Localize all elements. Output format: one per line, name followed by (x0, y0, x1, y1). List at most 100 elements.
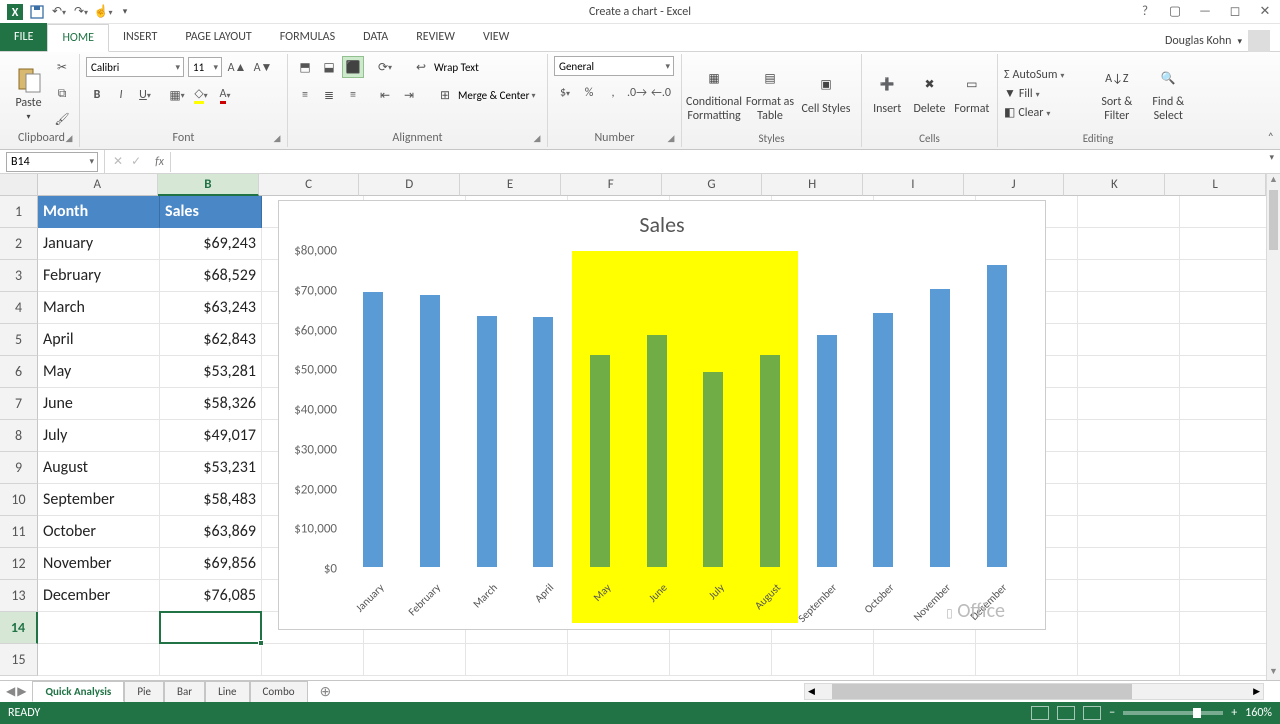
border-button[interactable]: ▦ (166, 84, 188, 106)
cut-icon[interactable]: ✂ (51, 57, 73, 79)
cell[interactable]: Sales (160, 196, 262, 228)
cell-styles-button[interactable]: ▣Cell Styles (800, 72, 852, 116)
scrollbar-thumb[interactable] (832, 684, 1132, 699)
cell[interactable] (1078, 452, 1180, 484)
page-layout-view-icon[interactable] (1057, 706, 1075, 720)
launcher-icon[interactable]: ◢ (271, 133, 283, 145)
column-header[interactable]: F (561, 174, 662, 196)
launcher-icon[interactable]: ◢ (63, 133, 75, 145)
row-header[interactable]: 2 (0, 228, 38, 260)
italic-button[interactable]: I (110, 84, 132, 106)
cell[interactable] (466, 644, 568, 676)
cell[interactable]: June (38, 388, 160, 420)
delete-cells-button[interactable]: ✖Delete (910, 72, 948, 116)
row-header[interactable]: 13 (0, 580, 38, 612)
chart-bar[interactable] (987, 265, 1007, 567)
chart-bar[interactable] (420, 295, 440, 567)
tab-view[interactable]: VIEW (469, 23, 523, 51)
cell[interactable]: February (38, 260, 160, 292)
ribbon-options-icon[interactable]: ▢ (1164, 3, 1186, 21)
increase-indent-icon[interactable]: ⇥ (398, 84, 420, 106)
merge-center-button[interactable]: Merge & Center (458, 89, 530, 102)
column-header[interactable]: K (1064, 174, 1165, 196)
help-icon[interactable]: ? (1134, 3, 1156, 21)
cell[interactable] (670, 644, 772, 676)
cell[interactable] (874, 644, 976, 676)
touch-mode-icon[interactable]: ☝ (94, 3, 112, 21)
page-break-view-icon[interactable] (1083, 706, 1101, 720)
minimize-icon[interactable]: — (1194, 3, 1216, 21)
column-header[interactable]: C (259, 174, 360, 196)
cell[interactable]: $63,869 (160, 516, 262, 548)
next-sheet-icon[interactable]: ▶ (17, 684, 26, 699)
clear-button[interactable]: ◧ Clear (1004, 105, 1089, 120)
worksheet-grid[interactable]: ABCDEFGHIJKL 123456789101112131415 Month… (0, 174, 1280, 680)
increase-font-icon[interactable]: A▲ (226, 56, 248, 78)
align-right-icon[interactable]: ≡ (342, 84, 364, 106)
cell[interactable]: $49,017 (160, 420, 262, 452)
fx-icon[interactable]: fx (149, 155, 170, 169)
cell[interactable]: November (38, 548, 160, 580)
qat-customize-icon[interactable]: ▾ (116, 3, 134, 21)
prev-sheet-icon[interactable]: ◀ (6, 684, 15, 699)
zoom-slider[interactable] (1123, 711, 1223, 715)
cell[interactable]: May (38, 356, 160, 388)
align-center-icon[interactable]: ≣ (318, 84, 340, 106)
column-header[interactable]: E (460, 174, 561, 196)
underline-button[interactable]: U (134, 84, 156, 106)
cell[interactable]: $62,843 (160, 324, 262, 356)
embedded-chart[interactable]: SalesJanuaryFebruaryMarchAprilMayJuneJul… (278, 200, 1046, 630)
cell[interactable] (1078, 484, 1180, 516)
autosum-button[interactable]: Σ AutoSum (1004, 68, 1089, 82)
row-header[interactable]: 1 (0, 196, 38, 228)
fill-handle[interactable] (258, 640, 264, 646)
column-header[interactable]: J (964, 174, 1065, 196)
cell[interactable] (1078, 260, 1180, 292)
find-select-button[interactable]: 🔍Find & Select (1145, 65, 1192, 122)
cell[interactable] (364, 644, 466, 676)
align-left-icon[interactable]: ≡ (294, 84, 316, 106)
orientation-icon[interactable]: ⟳ (374, 56, 396, 78)
launcher-icon[interactable]: ◢ (665, 133, 677, 145)
account-name[interactable]: Douglas Kohn (1165, 34, 1232, 48)
scroll-up-icon[interactable]: ▲ (1267, 174, 1280, 188)
cell[interactable] (1180, 612, 1280, 644)
chart-bar[interactable] (703, 372, 723, 567)
cell[interactable] (1180, 644, 1280, 676)
font-size-combo[interactable]: 11 (188, 57, 222, 77)
format-as-table-button[interactable]: ▤Format as Table (744, 65, 796, 122)
insert-cells-button[interactable]: ➕Insert (868, 72, 906, 116)
fill-color-button[interactable]: ◇ (190, 84, 212, 106)
enter-formula-icon[interactable]: ✓ (131, 154, 141, 169)
cell[interactable] (1078, 228, 1180, 260)
cell[interactable]: $53,231 (160, 452, 262, 484)
cell[interactable]: $58,483 (160, 484, 262, 516)
cell[interactable] (1078, 644, 1180, 676)
cell[interactable] (1180, 356, 1280, 388)
row-header[interactable]: 5 (0, 324, 38, 356)
row-header[interactable]: 12 (0, 548, 38, 580)
scrollbar-thumb[interactable] (1269, 190, 1278, 250)
font-color-button[interactable]: A (214, 84, 236, 106)
cell[interactable] (262, 644, 364, 676)
comma-icon[interactable]: , (602, 82, 624, 104)
column-header[interactable]: H (762, 174, 863, 196)
undo-icon[interactable]: ↶ (50, 3, 68, 21)
redo-icon[interactable]: ↷ (72, 3, 90, 21)
sheet-tab[interactable]: Bar (164, 681, 205, 702)
cell[interactable] (1078, 580, 1180, 612)
cell[interactable]: $63,243 (160, 292, 262, 324)
zoom-level[interactable]: 160% (1245, 706, 1272, 720)
cell[interactable]: September (38, 484, 160, 516)
increase-decimal-icon[interactable]: .0→ (626, 82, 648, 104)
sort-filter-button[interactable]: A↓ZSort & Filter (1093, 65, 1140, 122)
column-header[interactable]: G (662, 174, 763, 196)
cell[interactable] (1078, 516, 1180, 548)
normal-view-icon[interactable] (1031, 706, 1049, 720)
cell[interactable] (568, 644, 670, 676)
column-header[interactable]: D (359, 174, 460, 196)
cell[interactable] (1078, 292, 1180, 324)
decrease-indent-icon[interactable]: ⇤ (374, 84, 396, 106)
maximize-icon[interactable]: ◻ (1224, 3, 1246, 21)
collapse-ribbon-icon[interactable]: ˄ (1268, 131, 1274, 145)
